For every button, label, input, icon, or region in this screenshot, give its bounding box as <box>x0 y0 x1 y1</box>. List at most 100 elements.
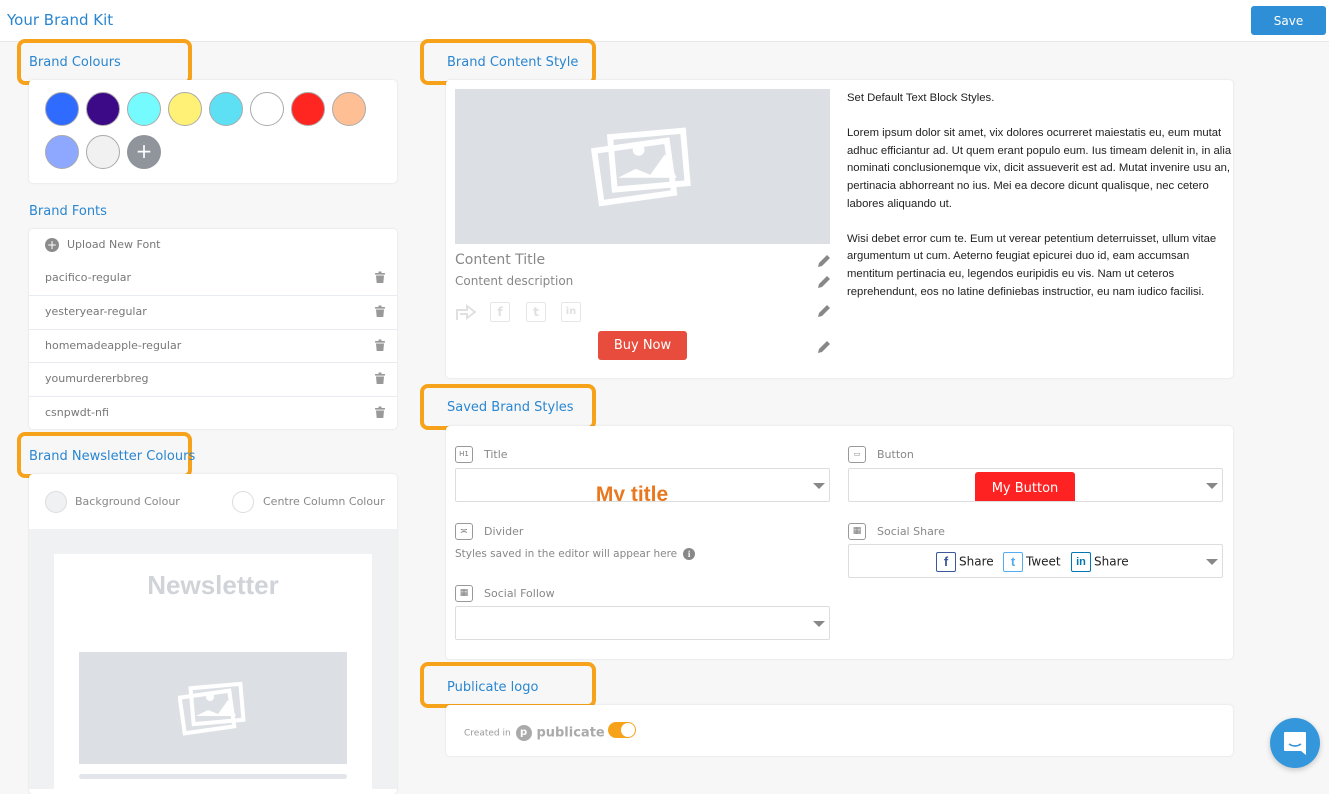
chevron-down-icon <box>1206 483 1218 489</box>
divider-icon: ≍ <box>455 523 473 540</box>
colour-swatch[interactable] <box>127 92 161 126</box>
chevron-down-icon <box>813 621 825 627</box>
newsletter-colours-card: Background Colour Centre Column Colour N… <box>29 474 397 794</box>
font-name: yesteryear-regular <box>45 305 147 319</box>
edit-title-pencil-icon[interactable] <box>816 253 832 269</box>
button-style-icon: ▭ <box>848 446 866 463</box>
image-placeholder <box>79 652 347 764</box>
content-image-placeholder[interactable] <box>455 89 830 244</box>
plus-icon: + <box>45 238 59 252</box>
saved-styles-card: H1 Title My title ≍ Divider Styles saved… <box>446 426 1233 659</box>
title-style-label: Title <box>484 448 508 461</box>
button-style-preview: My Button <box>975 472 1075 501</box>
centre-column-colour-label: Centre Column Colour <box>263 495 385 508</box>
divider-hint: Styles saved in the editor will appear h… <box>455 548 696 560</box>
delete-font-trash-icon[interactable] <box>375 372 385 385</box>
centre-column-colour-picker[interactable] <box>232 491 254 513</box>
saved-styles-title: Saved Brand Styles <box>447 400 574 415</box>
text-paragraph-2: Wisi debet error cum te. Eum ut verear p… <box>847 232 1217 298</box>
font-name: youmurdererbbreg <box>45 372 149 386</box>
colour-swatch[interactable] <box>209 92 243 126</box>
text-paragraph-1: Lorem ipsum dolor sit amet, vix dolores … <box>847 127 1232 210</box>
created-in-label: Created in <box>464 728 511 739</box>
content-description: Content description <box>455 274 574 288</box>
delete-font-trash-icon[interactable] <box>375 271 385 283</box>
created-in-publicate-badge: Created in p publicate <box>464 725 605 741</box>
delete-font-trash-icon[interactable] <box>375 406 385 418</box>
divider-style-label: Divider <box>484 525 524 538</box>
social-follow-select[interactable] <box>455 606 830 640</box>
chat-widget-button[interactable] <box>1270 718 1320 768</box>
content-style-card: Content Title Content description f t in… <box>446 80 1233 378</box>
brand-fonts-card: + Upload New Font pacifico-regular yestery… <box>29 229 397 429</box>
social-share-label-text: Share <box>1094 554 1129 569</box>
buy-now-button[interactable]: Buy Now <box>598 331 687 360</box>
text-heading: Set Default Text Block Styles. <box>847 92 995 104</box>
colour-swatch[interactable] <box>250 92 284 126</box>
social-share-icon: ▦ <box>848 523 866 540</box>
linkedin-icon: in <box>561 302 581 322</box>
content-title: Content Title <box>455 252 546 268</box>
font-list-item[interactable]: csnpwdt-nfi <box>29 395 397 429</box>
font-list-item[interactable]: youmurdererbbreg <box>29 362 397 395</box>
newsletter-preview: Newsletter <box>29 529 397 794</box>
colour-swatch[interactable] <box>86 92 120 126</box>
share-icon <box>455 302 477 322</box>
font-list-item[interactable]: homemadeapple-regular <box>29 328 397 362</box>
social-share-preview-item: f Share <box>936 552 994 572</box>
publicate-brand-text: publicate <box>536 725 605 741</box>
image-icon <box>591 127 691 207</box>
chevron-down-icon <box>813 483 825 489</box>
divider-hint-text: Styles saved in the editor will appear h… <box>455 548 678 560</box>
publicate-logo-toggle[interactable] <box>608 722 636 738</box>
default-text-block[interactable]: Set Default Text Block Styles. Lorem ips… <box>847 90 1232 319</box>
colour-swatch[interactable] <box>45 135 79 169</box>
colour-swatch[interactable] <box>332 92 366 126</box>
social-share-label-text: Tweet <box>1026 554 1061 569</box>
toggle-knob <box>621 723 635 737</box>
info-icon[interactable]: i <box>683 548 696 560</box>
font-name: homemadeapple-regular <box>45 338 182 352</box>
add-colour-button[interactable]: + <box>127 135 161 169</box>
content-style-title: Brand Content Style <box>447 55 579 70</box>
social-share-select[interactable]: f Share t Tweet in Share <box>848 544 1223 578</box>
edit-button-pencil-icon[interactable] <box>816 339 832 355</box>
linkedin-icon: in <box>1071 552 1091 572</box>
colour-swatch[interactable] <box>291 92 325 126</box>
colour-swatch[interactable] <box>45 92 79 126</box>
image-icon <box>178 681 246 736</box>
button-style-select[interactable]: My Button <box>848 468 1223 502</box>
social-share-label: Social Share <box>877 525 945 538</box>
font-name: pacifico-regular <box>45 271 132 284</box>
background-colour-picker[interactable] <box>45 491 67 513</box>
publicate-logo-title: Publicate logo <box>447 680 539 695</box>
chat-icon <box>1284 732 1306 755</box>
font-name: csnpwdt-nfi <box>45 405 109 419</box>
button-style-label: Button <box>877 448 914 461</box>
colour-swatch[interactable] <box>168 92 202 126</box>
delete-font-trash-icon[interactable] <box>375 339 385 351</box>
placeholder-line <box>79 774 347 779</box>
social-share-preview-item: in Share <box>1071 552 1129 572</box>
brand-colours-card: + <box>29 80 397 183</box>
font-list-item[interactable]: yesteryear-regular <box>29 295 397 328</box>
newsletter-colours-title: Brand Newsletter Colours <box>29 449 196 464</box>
social-follow-label: Social Follow <box>484 587 555 600</box>
social-share-label-text: Share <box>959 554 994 569</box>
brand-colours-title: Brand Colours <box>29 55 121 70</box>
page-title: Your Brand Kit <box>7 11 114 29</box>
newsletter-paper: Newsletter <box>54 554 372 794</box>
colour-swatch[interactable] <box>86 135 120 169</box>
upload-font-label: Upload New Font <box>67 238 161 251</box>
top-bar: Your Brand Kit Save <box>0 0 1329 42</box>
edit-description-pencil-icon[interactable] <box>816 274 832 290</box>
title-style-select[interactable]: My title <box>455 468 830 502</box>
font-list-item[interactable]: pacifico-regular <box>29 262 397 295</box>
save-button[interactable]: Save <box>1251 6 1326 35</box>
upload-font-button[interactable]: + Upload New Font <box>45 238 160 252</box>
facebook-icon: f <box>490 302 510 322</box>
newsletter-preview-title: Newsletter <box>147 570 279 600</box>
delete-font-trash-icon[interactable] <box>375 305 385 318</box>
edit-social-pencil-icon[interactable] <box>816 303 832 319</box>
social-follow-icon: ▦ <box>455 585 473 602</box>
